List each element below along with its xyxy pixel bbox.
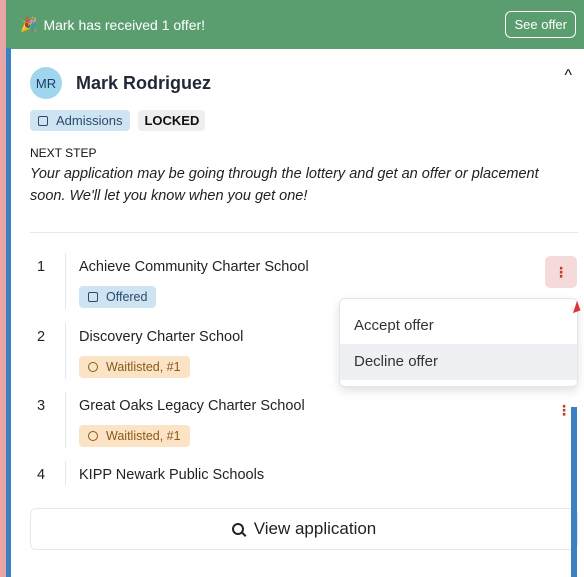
more-options-icon[interactable]: ⋮ — [545, 256, 577, 288]
locked-tag: LOCKED — [138, 110, 206, 131]
status-badge-label: Waitlisted, #1 — [106, 360, 181, 374]
party-popper-icon: 🎉 — [20, 16, 38, 32]
next-step-label: NEXT STEP — [30, 146, 97, 160]
student-name: Mark Rodriguez — [76, 72, 212, 93]
school-name: Discovery Charter School — [79, 329, 244, 345]
avatar: MR — [30, 67, 62, 99]
decline-offer-menu-item[interactable]: Decline offer — [340, 344, 577, 380]
status-badge: Offered — [79, 286, 157, 308]
status-badge: Waitlisted, #1 — [79, 356, 190, 378]
next-step-text: Your application may be going through th… — [30, 166, 539, 204]
status-badge-label: Offered — [106, 290, 148, 304]
row-divider — [65, 461, 66, 485]
student-card: MR Mark Rodriguez ^ Admissions LOCKED NE… — [11, 49, 584, 577]
admissions-tag-label: Admissions — [56, 113, 123, 128]
view-application-button[interactable]: View application — [30, 508, 578, 550]
clock-icon — [88, 362, 98, 372]
exit-icon — [38, 115, 48, 126]
school-name: Great Oaks Legacy Charter School — [79, 398, 305, 414]
offer-actions-menu: Accept offer Decline offer — [339, 298, 578, 387]
school-rank: 3 — [37, 398, 46, 414]
tag-group: Admissions LOCKED — [30, 110, 206, 131]
offer-banner: 🎉 Mark has received 1 offer! See offer — [6, 0, 584, 49]
row-divider — [65, 253, 66, 309]
school-name: Achieve Community Charter School — [79, 259, 309, 275]
row-divider — [65, 323, 66, 379]
zoom-in-icon — [231, 523, 244, 535]
more-options-icon[interactable]: ⋮ — [557, 402, 571, 419]
school-rank: 1 — [37, 259, 46, 275]
banner-message: Mark has received 1 offer! — [43, 16, 206, 33]
chevron-up-icon[interactable]: ^ — [564, 67, 572, 85]
admissions-tag: Admissions — [30, 110, 131, 131]
status-badge: Waitlisted, #1 — [79, 425, 190, 447]
right-accent-bar — [571, 407, 577, 577]
school-rank: 4 — [37, 467, 46, 483]
status-badge-label: Waitlisted, #1 — [106, 429, 181, 443]
see-offer-button[interactable]: See offer — [505, 11, 576, 38]
accept-offer-menu-item[interactable]: Accept offer — [340, 308, 577, 344]
school-rank: 2 — [37, 329, 46, 345]
school-name: KIPP Newark Public Schools — [79, 467, 265, 483]
row-divider — [65, 392, 66, 448]
student-header: MR Mark Rodriguez — [30, 67, 211, 99]
clock-icon — [88, 431, 98, 441]
view-application-label: View application — [253, 519, 377, 538]
exit-icon — [88, 292, 98, 302]
divider — [30, 232, 578, 233]
